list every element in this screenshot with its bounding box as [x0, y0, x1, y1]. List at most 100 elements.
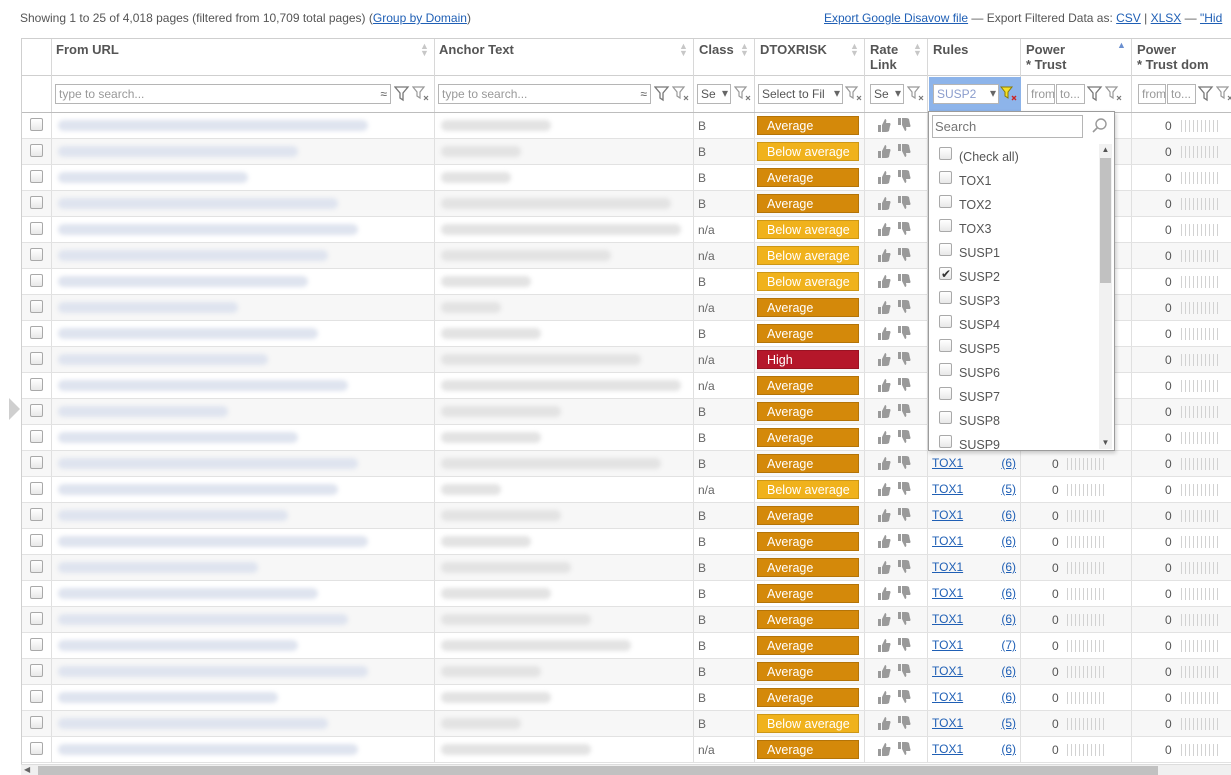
funnel-clear-icon[interactable] — [1105, 85, 1127, 103]
class-filter-select[interactable]: Se — [697, 84, 731, 104]
from-url-cell[interactable] — [52, 581, 435, 606]
thumbs-up-down-icon[interactable] — [875, 195, 915, 211]
from-url-cell[interactable] — [52, 243, 435, 268]
row-checkbox[interactable] — [30, 690, 43, 703]
from-url-cell[interactable] — [52, 607, 435, 632]
header-rules[interactable]: Rules — [928, 39, 1021, 76]
row-checkbox[interactable] — [30, 534, 43, 547]
option-checkbox[interactable] — [939, 291, 952, 304]
thumbs-up-down-icon[interactable] — [875, 637, 915, 653]
funnel-clear-icon[interactable] — [734, 85, 756, 103]
rule-link[interactable]: TOX1 — [932, 742, 963, 756]
option-checkbox[interactable] — [939, 315, 952, 328]
from-url-cell[interactable] — [52, 737, 435, 762]
export-csv-link[interactable]: CSV — [1116, 11, 1141, 25]
from-url-cell[interactable] — [52, 139, 435, 164]
funnel-clear-icon[interactable] — [412, 85, 434, 103]
table-row[interactable]: B Average TOX1 (6) 0 0 — [22, 607, 1231, 633]
rule-count-link[interactable]: (6) — [1001, 742, 1016, 756]
row-checkbox[interactable] — [30, 586, 43, 599]
thumbs-up-down-icon[interactable] — [875, 689, 915, 705]
row-checkbox[interactable] — [30, 664, 43, 677]
thumbs-up-down-icon[interactable] — [875, 351, 915, 367]
option-checkbox[interactable] — [939, 435, 952, 448]
row-checkbox[interactable] — [30, 222, 43, 235]
option-checkbox[interactable] — [939, 411, 952, 424]
row-checkbox[interactable] — [30, 508, 43, 521]
table-row[interactable]: n/a Below average TOX1 (5) 0 0 — [22, 477, 1231, 503]
table-row[interactable]: n/a Average TOX1 (6) 0 0 — [22, 737, 1231, 763]
thumbs-up-down-icon[interactable] — [875, 325, 915, 341]
expand-panel-arrow-icon[interactable] — [9, 398, 20, 420]
rule-link[interactable]: TOX1 — [932, 508, 963, 522]
row-checkbox[interactable] — [30, 144, 43, 157]
thumbs-up-down-icon[interactable] — [875, 663, 915, 679]
thumbs-up-down-icon[interactable] — [875, 117, 915, 133]
from-url-cell[interactable] — [52, 529, 435, 554]
option-checkbox[interactable] — [939, 339, 952, 352]
thumbs-up-down-icon[interactable] — [875, 273, 915, 289]
dom-from-input[interactable]: from — [1138, 84, 1166, 104]
from-url-cell[interactable] — [52, 399, 435, 424]
rule-link[interactable]: TOX1 — [932, 716, 963, 730]
option-checkbox[interactable] — [939, 387, 952, 400]
option-checkbox[interactable] — [939, 219, 952, 232]
group-by-domain-link[interactable]: Group by Domain — [373, 11, 467, 25]
table-row[interactable]: B Average TOX1 (6) 0 0 — [22, 581, 1231, 607]
from-url-cell[interactable] — [52, 633, 435, 658]
scroll-thumb[interactable] — [1100, 158, 1111, 283]
table-row[interactable]: B Average TOX1 (6) 0 0 — [22, 451, 1231, 477]
from-url-cell[interactable] — [52, 425, 435, 450]
rule-count-link[interactable]: (5) — [1001, 716, 1016, 730]
funnel-clear-icon[interactable] — [907, 85, 929, 103]
rules-filter-select[interactable]: SUSP2 — [933, 84, 999, 104]
thumbs-up-down-icon[interactable] — [875, 247, 915, 263]
rule-link[interactable]: TOX1 — [932, 664, 963, 678]
header-power-trust[interactable]: Power * Trust ▲ — [1021, 39, 1132, 76]
row-checkbox[interactable] — [30, 430, 43, 443]
from-url-cell[interactable] — [52, 711, 435, 736]
rule-count-link[interactable]: (6) — [1001, 456, 1016, 470]
table-row[interactable]: B Average TOX1 (6) 0 0 — [22, 555, 1231, 581]
rule-link[interactable]: TOX1 — [932, 560, 963, 574]
anchor-search-input[interactable]: type to search... ≈ — [438, 84, 651, 104]
from-url-cell[interactable] — [52, 321, 435, 346]
option-checkbox[interactable] — [939, 195, 952, 208]
table-row[interactable]: B Average TOX1 (6) 0 0 — [22, 685, 1231, 711]
row-checkbox[interactable] — [30, 638, 43, 651]
from-url-cell[interactable] — [52, 373, 435, 398]
from-url-cell[interactable] — [52, 295, 435, 320]
table-row[interactable]: B Average TOX1 (6) 0 0 — [22, 529, 1231, 555]
row-checkbox[interactable] — [30, 326, 43, 339]
thumbs-up-down-icon[interactable] — [875, 533, 915, 549]
table-row[interactable]: B Below average TOX1 (5) 0 0 — [22, 711, 1231, 737]
from-url-cell[interactable] — [52, 113, 435, 138]
table-row[interactable]: B Average TOX1 (6) 0 0 — [22, 659, 1231, 685]
horizontal-scroll-thumb[interactable] — [38, 766, 1158, 775]
option-checkbox[interactable]: ✔ — [939, 267, 952, 281]
row-checkbox[interactable] — [30, 352, 43, 365]
row-checkbox[interactable] — [30, 404, 43, 417]
scroll-left-icon[interactable]: ◀ — [24, 765, 30, 774]
rule-count-link[interactable]: (6) — [1001, 690, 1016, 704]
table-row[interactable]: B Average TOX1 (7) 0 0 — [22, 633, 1231, 659]
thumbs-up-down-icon[interactable] — [875, 169, 915, 185]
rule-count-link[interactable]: (6) — [1001, 560, 1016, 574]
dropdown-scrollbar[interactable]: ▲ ▼ — [1099, 144, 1112, 449]
row-checkbox[interactable] — [30, 612, 43, 625]
thumbs-up-down-icon[interactable] — [875, 455, 915, 471]
header-class[interactable]: Class ▲ ▼ — [694, 39, 755, 76]
thumbs-up-down-icon[interactable] — [875, 507, 915, 523]
from-url-cell[interactable] — [52, 191, 435, 216]
rate-filter-select[interactable]: Se — [870, 84, 904, 104]
sort-ascending-icon[interactable]: ▲ — [1117, 41, 1126, 50]
export-xlsx-link[interactable]: XLSX — [1151, 11, 1182, 25]
rule-count-link[interactable]: (6) — [1001, 664, 1016, 678]
power-from-input[interactable]: from — [1027, 84, 1055, 104]
export-disavow-link[interactable]: Export Google Disavow file — [824, 11, 968, 25]
table-row[interactable]: B Average TOX1 (6) 0 0 — [22, 503, 1231, 529]
header-from-url[interactable]: From URL ▲ ▼ — [52, 39, 435, 76]
rule-count-link[interactable]: (6) — [1001, 534, 1016, 548]
thumbs-up-down-icon[interactable] — [875, 143, 915, 159]
rule-count-link[interactable]: (7) — [1001, 638, 1016, 652]
